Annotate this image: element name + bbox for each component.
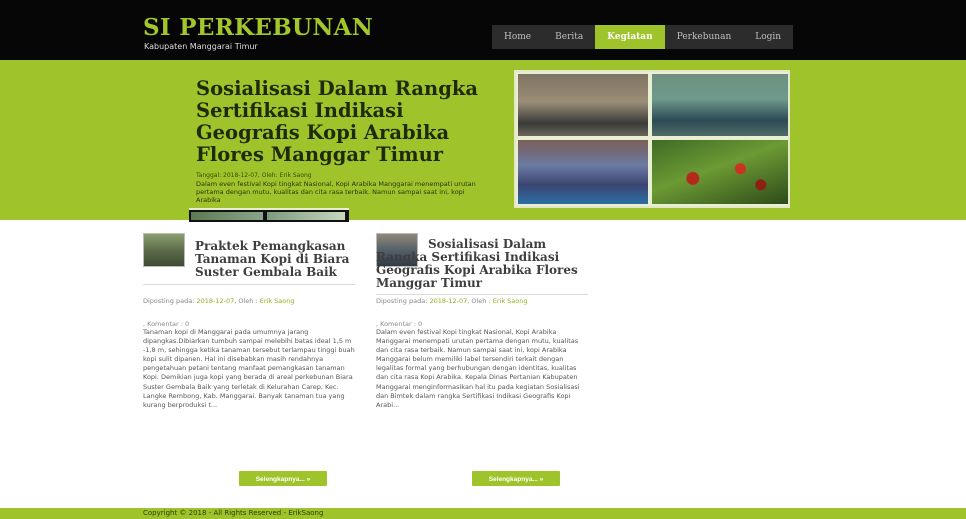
read-more-button[interactable]: Selengkapnya... » bbox=[239, 471, 327, 486]
slider-thumb-2[interactable] bbox=[267, 212, 345, 220]
featured-meta: Tanggal: 2018-12-07, Oleh: Erik Saong bbox=[196, 172, 312, 179]
post-by-prefix: , Oleh : bbox=[467, 297, 493, 305]
post-by-prefix: , Oleh : bbox=[234, 297, 260, 305]
post-meta: Diposting pada: 2018-12-07, Oleh : Erik … bbox=[143, 297, 294, 305]
slider-thumbnail-strip[interactable] bbox=[189, 208, 349, 222]
post-meta-prefix: Diposting pada: bbox=[376, 297, 430, 305]
photo-meeting-3 bbox=[518, 140, 648, 204]
header-bar: SI PERKEBUNAN Kabupaten Manggarai Timur … bbox=[0, 0, 966, 60]
slider-thumb-1[interactable] bbox=[191, 212, 263, 220]
nav-perkebunan[interactable]: Perkebunan bbox=[664, 25, 744, 49]
nav-home[interactable]: Home bbox=[492, 25, 544, 49]
read-more-button[interactable]: Selengkapnya... » bbox=[472, 471, 560, 486]
featured-photo-collage[interactable] bbox=[514, 70, 790, 208]
post-meta-prefix: Diposting pada: bbox=[143, 297, 197, 305]
post-author-link[interactable]: Erik Saong bbox=[260, 297, 295, 305]
post-date-link[interactable]: 2018-12-07 bbox=[196, 297, 234, 305]
site-title[interactable]: SI PERKEBUNAN bbox=[143, 14, 373, 41]
post-divider bbox=[376, 294, 588, 295]
nav-kegiatan[interactable]: Kegiatan bbox=[595, 25, 665, 49]
photo-meeting-1 bbox=[518, 74, 648, 136]
post-comment-count: , Komentar : 0 bbox=[376, 320, 423, 328]
nav-berita[interactable]: Berita bbox=[543, 25, 596, 49]
post-author-link[interactable]: Erik Saong bbox=[493, 297, 528, 305]
nav-login[interactable]: Login bbox=[743, 25, 794, 49]
post-excerpt: Dalam even festival Kopi tingkat Nasiona… bbox=[376, 328, 580, 409]
main-nav: Home Berita Kegiatan Perkebunan Login bbox=[492, 25, 794, 49]
footer: Copyright © 2018 - All Rights Reserved -… bbox=[0, 508, 966, 519]
post-excerpt: Tanaman kopi di Manggarai pada umumnya j… bbox=[143, 328, 355, 409]
photo-coffee-cherries bbox=[652, 140, 788, 204]
post-title[interactable]: Sosialisasi Dalam Rangka Sertifikasi Ind… bbox=[376, 238, 594, 290]
copyright-text: Copyright © 2018 - All Rights Reserved -… bbox=[143, 509, 324, 517]
site-subtitle: Kabupaten Manggarai Timur bbox=[144, 42, 258, 51]
post-meta: Diposting pada: 2018-12-07, Oleh : Erik … bbox=[376, 297, 527, 305]
post-comment-count: , Komentar : 0 bbox=[143, 320, 190, 328]
post-thumbnail[interactable] bbox=[143, 233, 185, 267]
post-title[interactable]: Praktek Pemangkasan Tanaman Kopi di Biar… bbox=[195, 240, 355, 279]
post-divider bbox=[143, 284, 355, 285]
featured-excerpt: Dalam even festival Kopi tingkat Nasiona… bbox=[196, 180, 476, 204]
photo-meeting-2 bbox=[652, 74, 788, 136]
post-date-link[interactable]: 2018-12-07 bbox=[429, 297, 467, 305]
featured-title[interactable]: Sosialisasi Dalam Rangka Sertifikasi Ind… bbox=[196, 78, 496, 166]
